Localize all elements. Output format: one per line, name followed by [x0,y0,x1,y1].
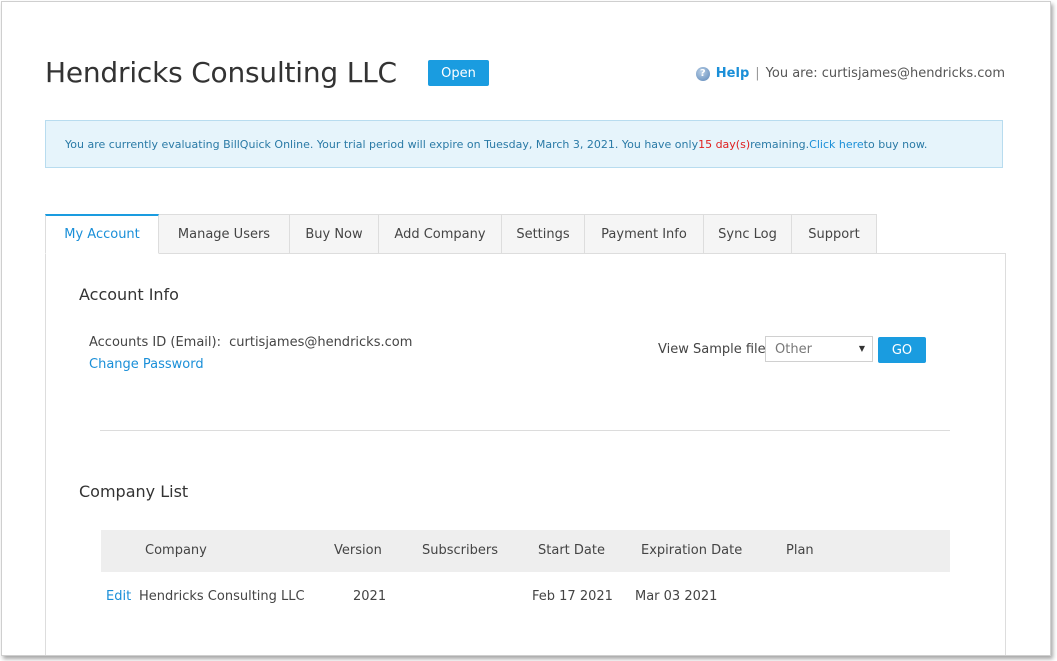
page-title: Hendricks Consulting LLC [45,56,397,89]
top-bar: ? Help | You are: curtisjames@hendricks.… [695,66,1005,81]
help-link[interactable]: Help [716,66,749,81]
tab-settings[interactable]: Settings [502,214,585,254]
change-password-link[interactable]: Change Password [89,357,204,372]
account-id-line: Accounts ID (Email): curtisjames@hendric… [89,335,412,350]
column-header-expiration-date[interactable]: Expiration Date [641,543,742,558]
table-header [101,530,950,572]
banner-text-middle: remaining. [750,137,810,151]
row-version: 2021 [353,589,387,604]
company-list-title: Company List [79,482,189,501]
tab-manage-users[interactable]: Manage Users [159,214,290,254]
tab-support[interactable]: Support [792,214,877,254]
days-remaining: 15 day(s) [698,137,751,151]
tab-add-company[interactable]: Add Company [379,214,502,254]
column-header-plan[interactable]: Plan [786,543,814,558]
tab-sync-log[interactable]: Sync Log [704,214,792,254]
trial-banner: You are currently evaluating BillQuick O… [45,120,1003,168]
column-header-start-date[interactable]: Start Date [538,543,605,558]
tab-payment-info[interactable]: Payment Info [585,214,704,254]
status-button[interactable]: Open [428,60,489,86]
row-company: Hendricks Consulting LLC [139,589,305,604]
column-header-company[interactable]: Company [145,543,207,558]
buy-now-link[interactable]: Click here [809,138,864,151]
section-divider [100,430,950,431]
edit-link[interactable]: Edit [106,589,131,604]
column-header-subscribers[interactable]: Subscribers [422,543,498,558]
tab-bar: My Account Manage Users Buy Now Add Comp… [45,214,877,254]
row-expiration-date: Mar 03 2021 [635,589,718,604]
separator: | [755,66,760,81]
help-icon[interactable]: ? [695,66,710,81]
account-id-value: curtisjames@hendricks.com [229,335,413,350]
sample-file-label: View Sample file [658,342,766,357]
column-header-version[interactable]: Version [334,543,382,558]
row-start-date: Feb 17 2021 [532,589,613,604]
sample-file-selected: Other [775,341,812,357]
go-button[interactable]: GO [878,337,926,363]
account-id-label: Accounts ID (Email): [89,335,221,350]
tab-buy-now[interactable]: Buy Now [290,214,379,254]
dropdown-arrow-icon: ▼ [858,344,865,353]
banner-text: You are currently evaluating BillQuick O… [65,137,699,151]
account-info-title: Account Info [79,285,179,304]
tab-my-account[interactable]: My Account [45,214,159,254]
sample-file-select[interactable]: Other ▼ [765,336,873,362]
banner-text-end: to buy now. [863,137,928,151]
current-user-text: You are: curtisjames@hendricks.com [765,66,1005,81]
